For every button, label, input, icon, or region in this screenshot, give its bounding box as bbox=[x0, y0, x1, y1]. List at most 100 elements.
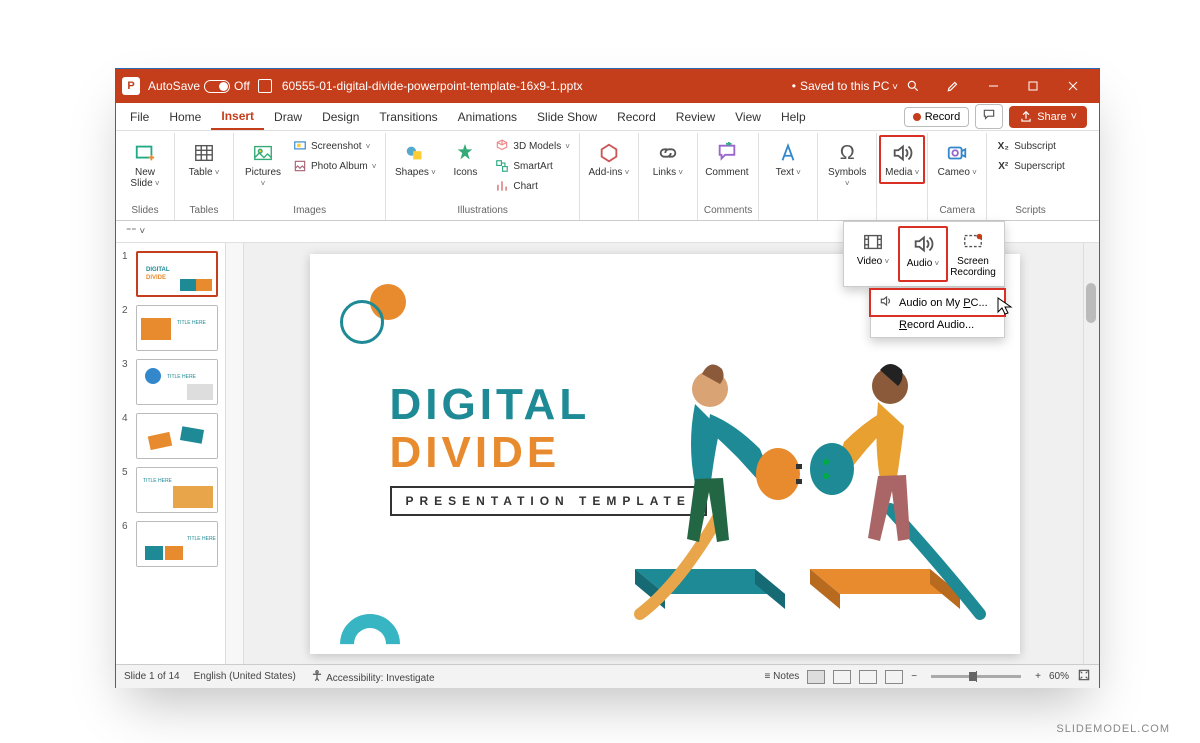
pictures-icon bbox=[251, 141, 275, 165]
slide-thumbnail[interactable]: TITLE HERE bbox=[136, 521, 218, 567]
media-dropdown-panel: Video Audio Screen Recording bbox=[843, 221, 1005, 287]
zoom-slider-handle[interactable] bbox=[969, 672, 976, 681]
save-status[interactable]: Saved to this PC bbox=[800, 79, 898, 93]
save-icon[interactable] bbox=[258, 79, 272, 93]
menu-tab-record[interactable]: Record bbox=[607, 105, 666, 129]
links-button[interactable]: Links bbox=[645, 137, 691, 182]
superscript-button[interactable]: X²Superscript bbox=[993, 157, 1068, 175]
slide-title-line2[interactable]: DIVIDE bbox=[390, 428, 561, 478]
fit-to-window-button[interactable] bbox=[1077, 668, 1091, 685]
icons-button[interactable]: Icons bbox=[442, 137, 488, 182]
accessibility-checker[interactable]: Accessibility: Investigate bbox=[310, 669, 435, 684]
links-label: Links bbox=[653, 167, 683, 178]
notes-button[interactable]: ≡ Notes bbox=[765, 671, 800, 682]
zoom-slider[interactable] bbox=[931, 675, 1021, 678]
thumbnail-row: 6TITLE HERE bbox=[116, 517, 225, 571]
search-button[interactable] bbox=[898, 72, 928, 100]
slide-thumbnail-panel[interactable]: 1DIGITALDIVIDE2TITLE HERE3TITLE HERE45TI… bbox=[116, 243, 226, 664]
menu-tab-draw[interactable]: Draw bbox=[264, 105, 312, 129]
slide-thumbnail[interactable] bbox=[136, 413, 218, 459]
slide-sorter-view-button[interactable] bbox=[833, 670, 851, 684]
menu-tab-design[interactable]: Design bbox=[312, 105, 369, 129]
pictures-button[interactable]: Pictures bbox=[240, 137, 286, 193]
share-button[interactable]: Share ˅ bbox=[1009, 106, 1087, 128]
screen-recording-button[interactable]: Screen Recording bbox=[948, 226, 998, 282]
menu-bar: FileHomeInsertDrawDesignTransitionsAnima… bbox=[116, 103, 1099, 131]
3d-models-button[interactable]: 3D Models bbox=[492, 137, 572, 155]
slide-thumbnail[interactable]: TITLE HERE bbox=[136, 359, 218, 405]
maximize-button[interactable] bbox=[1013, 72, 1053, 100]
accessibility-label: Accessibility: Investigate bbox=[326, 673, 434, 684]
menu-tab-review[interactable]: Review bbox=[666, 105, 725, 129]
customize-qat-button[interactable]: ⁼⁼ ˅ bbox=[122, 224, 149, 239]
photo-album-button[interactable]: Photo Album bbox=[290, 157, 379, 175]
shapes-button[interactable]: Shapes bbox=[392, 137, 438, 182]
audio-button[interactable]: Audio bbox=[898, 226, 948, 282]
menu-tab-home[interactable]: Home bbox=[159, 105, 211, 129]
record-button[interactable]: Record bbox=[904, 107, 969, 127]
audio-file-icon bbox=[879, 294, 893, 311]
slide-illustration[interactable] bbox=[610, 334, 990, 624]
minimize-button[interactable] bbox=[973, 72, 1013, 100]
scrollbar-thumb[interactable] bbox=[1086, 283, 1096, 323]
slide-thumbnail[interactable]: TITLE HERE bbox=[136, 305, 218, 351]
comments-pane-button[interactable] bbox=[975, 104, 1003, 129]
symbols-button[interactable]: Ω Symbols bbox=[824, 137, 870, 193]
audio-on-my-pc-item[interactable]: Audio on My PC... bbox=[869, 288, 1006, 317]
ribbon-group-tables: Table Tables bbox=[175, 133, 234, 220]
menu-tab-transitions[interactable]: Transitions bbox=[369, 105, 447, 129]
slide-thumbnail[interactable]: TITLE HERE bbox=[136, 467, 218, 513]
ribbon-group-images: Pictures Screenshot Photo Album Images bbox=[234, 133, 386, 220]
zoom-level[interactable]: 60% bbox=[1049, 671, 1069, 682]
thumbnail-row: 4 bbox=[116, 409, 225, 463]
slideshow-view-button[interactable] bbox=[885, 670, 903, 684]
menu-tab-file[interactable]: File bbox=[120, 105, 159, 129]
zoom-out-button[interactable]: − bbox=[911, 671, 917, 682]
zoom-in-button[interactable]: + bbox=[1035, 671, 1041, 682]
ribbon-group-comments: Comment Comments bbox=[698, 133, 759, 220]
slide-thumbnail[interactable]: DIGITALDIVIDE bbox=[136, 251, 218, 297]
new-slide-button[interactable]: New Slide bbox=[122, 137, 168, 193]
addins-button[interactable]: Add-ins bbox=[586, 137, 632, 182]
icons-icon bbox=[453, 141, 477, 165]
autosave-toggle[interactable]: AutoSave Off bbox=[148, 79, 250, 93]
media-button[interactable]: Media bbox=[879, 135, 925, 184]
text-button[interactable]: Text bbox=[765, 137, 811, 182]
slide-counter[interactable]: Slide 1 of 14 bbox=[124, 671, 180, 682]
smartart-button[interactable]: SmartArt bbox=[492, 157, 572, 175]
normal-view-button[interactable] bbox=[807, 670, 825, 684]
pen-mode-button[interactable] bbox=[938, 72, 968, 100]
document-filename[interactable]: 60555-01-digital-divide-powerpoint-templ… bbox=[282, 79, 792, 93]
svg-text:TITLE HERE: TITLE HERE bbox=[167, 374, 197, 380]
ribbon-group-illustrations: Shapes Icons 3D Models SmartArt Chart Il… bbox=[386, 133, 579, 220]
link-icon bbox=[656, 141, 680, 165]
pictures-label: Pictures bbox=[242, 167, 284, 189]
ribbon: New Slide Slides Table Tables Pictures bbox=[116, 131, 1099, 221]
reading-view-button[interactable] bbox=[859, 670, 877, 684]
slide-title-line1[interactable]: DIGITAL bbox=[390, 380, 591, 430]
language-indicator[interactable]: English (United States) bbox=[194, 671, 296, 682]
group-label-symbols bbox=[824, 216, 870, 218]
comment-button[interactable]: Comment bbox=[704, 137, 750, 182]
menu-tab-help[interactable]: Help bbox=[771, 105, 816, 129]
thumbnail-row: 3 TITLE HERE bbox=[116, 355, 225, 409]
audio-submenu-panel: Audio on My PC... Record Audio... bbox=[870, 287, 1005, 338]
table-button[interactable]: Table bbox=[181, 137, 227, 182]
thumbnail-number: 3 bbox=[122, 359, 132, 370]
record-audio-label: Record Audio... bbox=[899, 319, 974, 331]
subscript-button[interactable]: X₂Subscript bbox=[993, 137, 1068, 155]
toggle-switch-icon[interactable] bbox=[204, 80, 230, 93]
menu-tab-slide-show[interactable]: Slide Show bbox=[527, 105, 607, 129]
close-button[interactable] bbox=[1053, 72, 1093, 100]
menu-tab-view[interactable]: View bbox=[725, 105, 771, 129]
addins-icon bbox=[597, 141, 621, 165]
canvas-vertical-scrollbar[interactable] bbox=[1083, 243, 1099, 664]
screenshot-button[interactable]: Screenshot bbox=[290, 137, 379, 155]
cameo-button[interactable]: Cameo bbox=[934, 137, 980, 182]
text-icon bbox=[776, 141, 800, 165]
menu-tab-animations[interactable]: Animations bbox=[448, 105, 527, 129]
menu-tab-insert[interactable]: Insert bbox=[211, 104, 264, 130]
video-button[interactable]: Video bbox=[848, 226, 898, 282]
record-audio-item[interactable]: Record Audio... bbox=[871, 315, 1004, 335]
chart-button[interactable]: Chart bbox=[492, 177, 572, 195]
